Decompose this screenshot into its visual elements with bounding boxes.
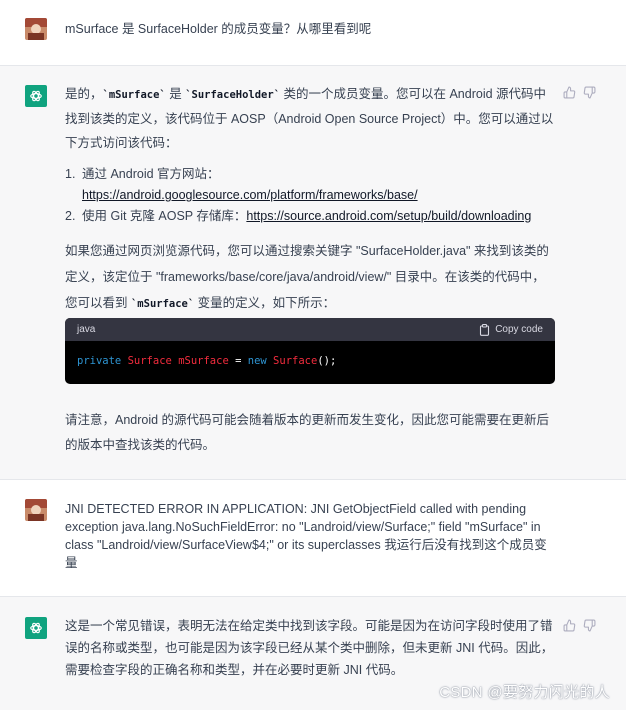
- code-language-label: java: [77, 324, 96, 335]
- user-avatar: [25, 18, 47, 40]
- user-message-text: JNI DETECTED ERROR IN APPLICATION: JNI G…: [65, 502, 547, 570]
- csdn-watermark: CSDN @要努力闪光的人: [439, 684, 610, 701]
- inline-code: `SurfaceHolder`: [185, 89, 281, 101]
- thumbs-up-icon[interactable]: [563, 619, 576, 632]
- code-block-header: java Copy code: [65, 318, 555, 341]
- inline-code: `mSurface`: [102, 89, 166, 101]
- list-item: 1. 通过 Android 官方网站： https://android.goog…: [65, 167, 418, 202]
- assistant-paragraph-2: 如果您通过网页浏览源代码，您可以通过搜索关键字 "SurfaceHolder.j…: [65, 244, 549, 310]
- aosp-download-link[interactable]: https://source.android.com/setup/build/d…: [246, 209, 531, 223]
- openai-logo-icon: [25, 617, 47, 639]
- clipboard-icon: [480, 323, 490, 336]
- assistant-intro: 是的，`mSurface` 是 `SurfaceHolder` 类的一个成员变量…: [65, 87, 554, 150]
- list-item: 2. 使用 Git 克隆 AOSP 存储库：https://source.and…: [65, 209, 532, 223]
- thumbs-down-icon[interactable]: [583, 619, 596, 632]
- aosp-googlesource-link[interactable]: https://android.googlesource.com/platfor…: [82, 188, 418, 202]
- thumbs-down-icon[interactable]: [583, 86, 596, 99]
- assistant-paragraph-3: 请注意，Android 的源代码可能会随着版本的更新而发生变化，因此您可能需要在…: [65, 413, 550, 452]
- code-content: private Surface mSurface = new Surface()…: [77, 355, 337, 367]
- user-message-text: mSurface 是 SurfaceHolder 的成员变量？从哪里看到呢: [65, 22, 372, 36]
- copy-code-button[interactable]: Copy code: [479, 323, 543, 336]
- thumbs-up-icon[interactable]: [563, 86, 576, 99]
- access-steps-list: 1. 通过 Android 官方网站： https://android.goog…: [65, 164, 555, 227]
- user-message-2: JNI DETECTED ERROR IN APPLICATION: JNI G…: [0, 480, 626, 597]
- assistant-reply-text: 这是一个常见错误，表明无法在给定类中找到该字段。可能是因为在访问字段时使用了错误…: [65, 619, 554, 677]
- assistant-message-2: 这是一个常见错误，表明无法在给定类中找到该字段。可能是因为在访问字段时使用了错误…: [0, 597, 626, 710]
- inline-code: `mSurface`: [130, 298, 195, 310]
- assistant-message-1: 是的，`mSurface` 是 `SurfaceHolder` 类的一个成员变量…: [0, 66, 626, 480]
- feedback-buttons: [563, 86, 596, 99]
- feedback-buttons: [563, 619, 596, 632]
- code-block: java Copy code private Surface mSurface …: [65, 318, 555, 384]
- openai-logo-icon: [25, 85, 47, 107]
- user-message-1: mSurface 是 SurfaceHolder 的成员变量？从哪里看到呢: [0, 0, 626, 66]
- user-avatar: [25, 499, 47, 521]
